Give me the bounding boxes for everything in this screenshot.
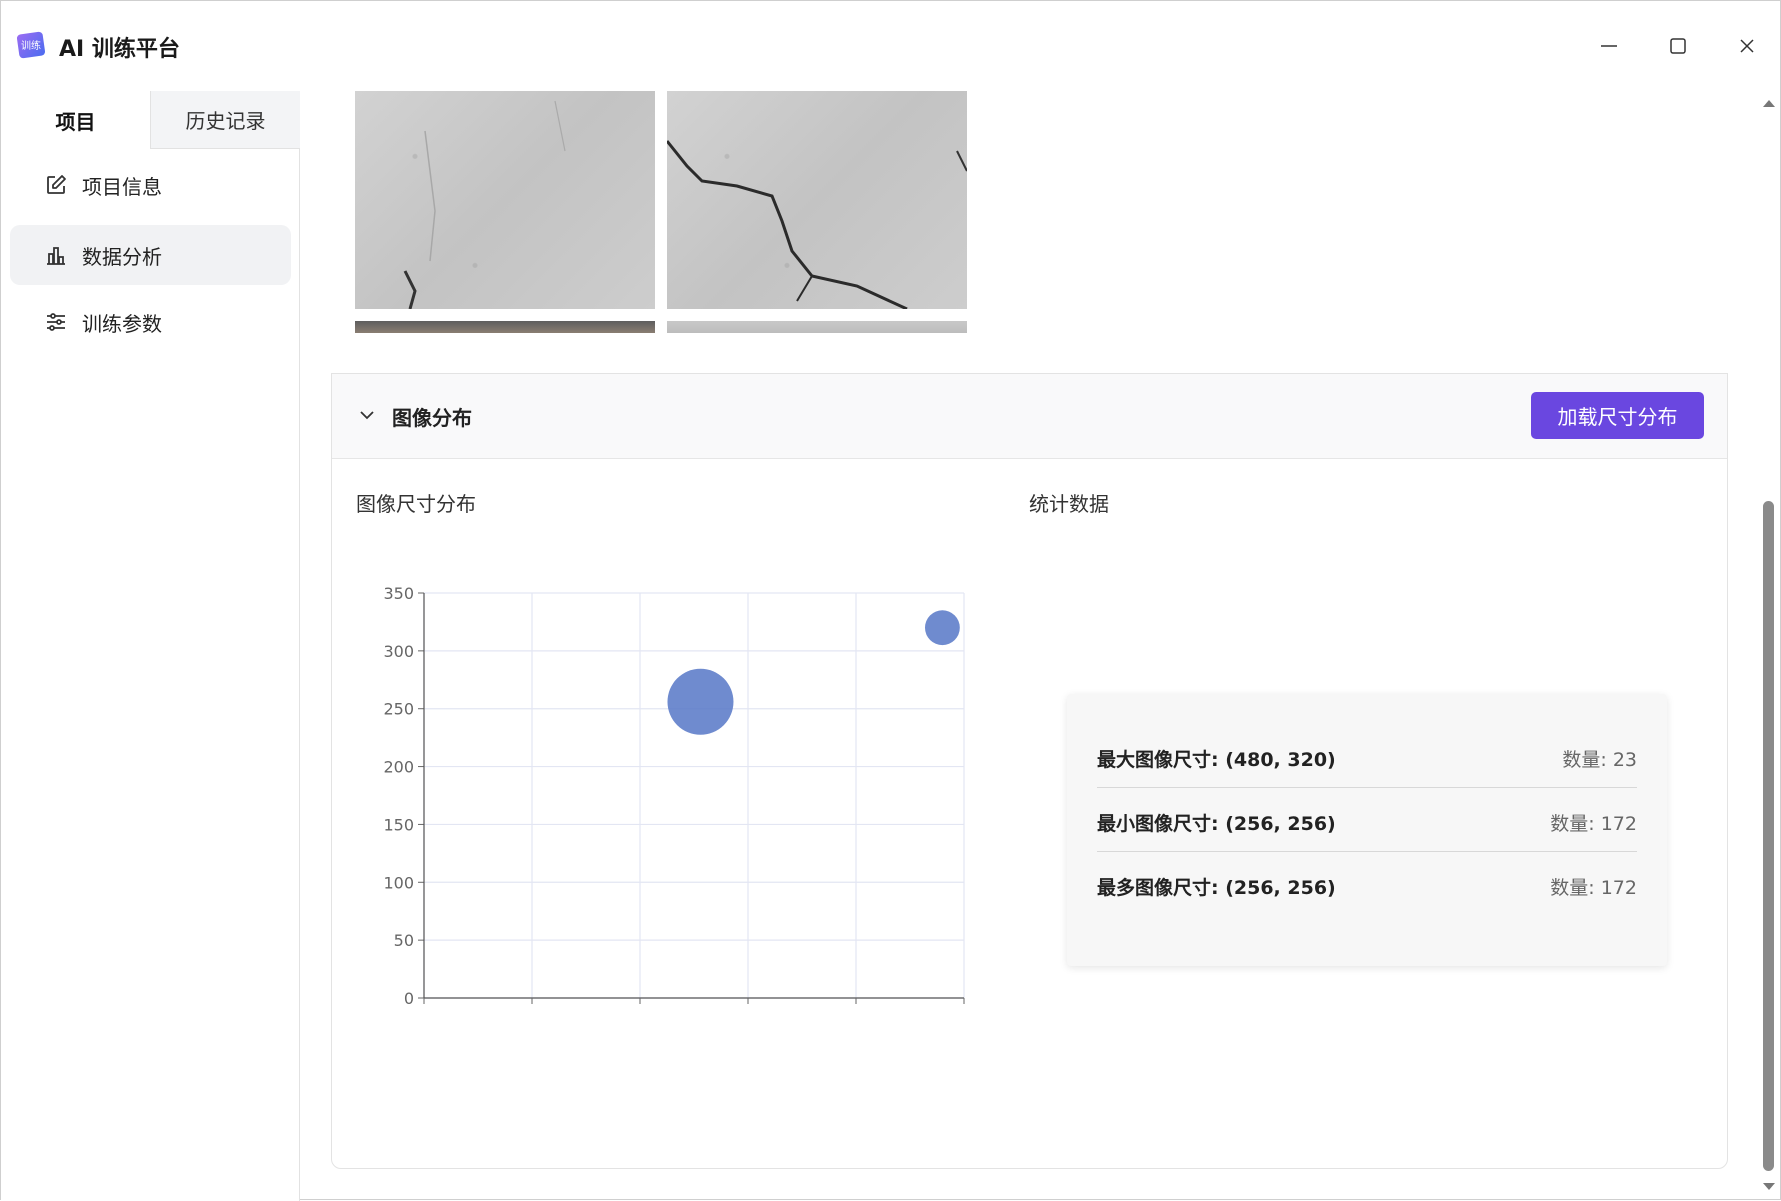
sidebar-item-label: 数据分析 <box>82 244 162 269</box>
y-tick-label: 250 <box>383 700 414 719</box>
stat-row: 最多图像尺寸: (256, 256) 数量: 172 <box>1097 854 1637 918</box>
stat-label: 最多图像尺寸: (256, 256) <box>1097 876 1336 899</box>
y-tick-label: 350 <box>383 584 414 603</box>
close-button[interactable] <box>1717 21 1777 71</box>
divider <box>1097 787 1637 788</box>
divider <box>1097 851 1637 852</box>
maximize-icon <box>1670 38 1686 54</box>
y-tick-label: 300 <box>383 642 414 661</box>
sample-image[interactable] <box>667 91 967 309</box>
stats-label: 统计数据 <box>1029 492 1109 516</box>
load-size-distribution-button[interactable]: 加载尺寸分布 <box>1531 392 1704 439</box>
title-bar: 训练 AI 训练平台 <box>1 1 1780 91</box>
maximize-button[interactable] <box>1648 21 1708 71</box>
sidebar-item-training-params[interactable]: 训练参数 <box>10 292 291 352</box>
scatter-point <box>924 610 960 646</box>
sample-image[interactable] <box>355 91 655 309</box>
sidebar-item-label: 项目信息 <box>82 174 162 199</box>
logo-text: 训练 <box>21 39 41 52</box>
stat-count: 数量: 172 <box>1550 876 1637 899</box>
y-tick-label: 150 <box>383 815 414 834</box>
app-window: 训练 AI 训练平台 项目 历史记录 项目信息 数据分析 训练参数 图像分布 加… <box>0 0 1781 1201</box>
main-content: 图像分布 加载尺寸分布 图像尺寸分布 统计数据 0100200300400500… <box>331 91 1728 1171</box>
stats-card: 最大图像尺寸: (480, 320) 数量: 23 最小图像尺寸: (256, … <box>1067 694 1667 966</box>
sliders-icon <box>47 313 65 331</box>
scroll-up-icon[interactable] <box>1761 97 1777 109</box>
minimize-button[interactable] <box>1579 21 1639 71</box>
scroll-thumb[interactable] <box>1763 501 1774 1171</box>
panel-title: 图像分布 <box>392 406 472 430</box>
sample-image[interactable] <box>355 321 655 333</box>
minimize-icon <box>1601 45 1617 47</box>
sidebar-item-data-analysis[interactable]: 数据分析 <box>10 225 291 285</box>
sample-image[interactable] <box>667 321 967 333</box>
image-distribution-panel: 图像分布 加载尺寸分布 图像尺寸分布 统计数据 0100200300400500… <box>331 373 1728 1169</box>
crack-image <box>667 140 967 309</box>
panel-header[interactable]: 图像分布 加载尺寸分布 <box>332 374 1727 459</box>
stat-row: 最小图像尺寸: (256, 256) 数量: 172 <box>1097 790 1637 854</box>
y-tick-label: 50 <box>394 931 414 950</box>
concrete-texture <box>403 100 566 309</box>
sidebar-item-label: 训练参数 <box>82 311 162 336</box>
sidebar-item-project-info[interactable]: 项目信息 <box>10 155 291 215</box>
tab-history[interactable]: 历史记录 <box>150 91 300 149</box>
bar-chart-icon <box>47 247 65 265</box>
app-logo-icon: 训练 <box>16 31 46 59</box>
stat-count: 数量: 172 <box>1550 812 1637 835</box>
scatter-point <box>667 668 734 735</box>
close-icon <box>1740 39 1754 53</box>
tab-project[interactable]: 项目 <box>1 91 150 149</box>
size-scatter-chart: 0100200300400500050100150200250300350 <box>383 584 965 1004</box>
app-title: AI 训练平台 <box>59 37 180 62</box>
stat-label: 最小图像尺寸: (256, 256) <box>1097 812 1336 835</box>
y-tick-label: 200 <box>383 758 414 777</box>
y-tick-label: 100 <box>383 873 414 892</box>
scroll-down-icon[interactable] <box>1761 1181 1777 1193</box>
vertical-scrollbar[interactable] <box>1758 91 1781 1201</box>
stat-row: 最大图像尺寸: (480, 320) 数量: 23 <box>1097 726 1637 790</box>
stat-count: 数量: 23 <box>1562 748 1637 771</box>
edit-icon <box>47 175 66 194</box>
stat-label: 最大图像尺寸: (480, 320) <box>1097 748 1336 771</box>
y-tick-label: 0 <box>404 989 414 1004</box>
sidebar: 项目 历史记录 项目信息 数据分析 训练参数 <box>1 91 300 1201</box>
chevron-down-icon[interactable] <box>358 406 376 424</box>
